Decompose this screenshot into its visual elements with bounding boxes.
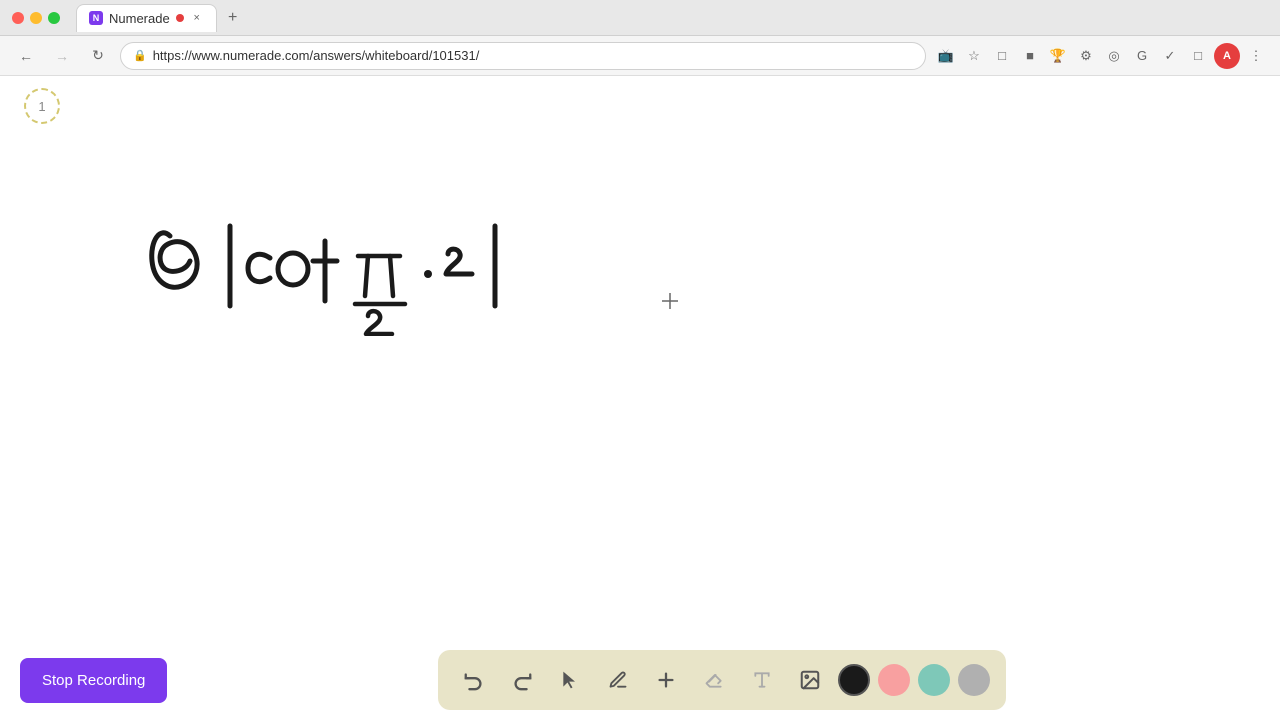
tab-favicon: N bbox=[89, 11, 103, 25]
close-button[interactable] bbox=[12, 12, 24, 24]
tab-bar: N Numerade × + bbox=[76, 4, 245, 32]
add-button[interactable] bbox=[646, 660, 686, 700]
lock-icon: 🔒 bbox=[133, 49, 147, 62]
profile-button[interactable]: A bbox=[1214, 43, 1240, 69]
extension-7-icon[interactable]: ✓ bbox=[1158, 44, 1182, 68]
page-indicator: 1 bbox=[24, 88, 60, 124]
color-black-swatch[interactable] bbox=[838, 664, 870, 696]
tab-close-button[interactable]: × bbox=[190, 11, 204, 25]
address-bar[interactable]: 🔒 https://www.numerade.com/answers/white… bbox=[120, 42, 926, 70]
url-text: https://www.numerade.com/answers/whitebo… bbox=[153, 48, 480, 63]
undo-button[interactable] bbox=[454, 660, 494, 700]
extension-6-icon[interactable]: G bbox=[1130, 44, 1154, 68]
tab-recording-dot bbox=[176, 14, 184, 22]
extension-3-icon[interactable]: 🏆 bbox=[1046, 44, 1070, 68]
traffic-lights bbox=[12, 12, 60, 24]
nav-bar: ← → ↻ 🔒 https://www.numerade.com/answers… bbox=[0, 36, 1280, 76]
math-svg bbox=[140, 206, 690, 336]
new-tab-button[interactable]: + bbox=[221, 6, 245, 30]
toolbar-container bbox=[438, 650, 1006, 710]
image-tool-button[interactable] bbox=[790, 660, 830, 700]
math-expression bbox=[140, 206, 690, 341]
color-gray-swatch[interactable] bbox=[958, 664, 990, 696]
cast-icon[interactable]: 📺 bbox=[934, 44, 958, 68]
nav-actions: 📺 ☆ □ ■ 🏆 ⚙ ◎ G ✓ □ A ⋮ bbox=[934, 43, 1268, 69]
forward-button[interactable]: → bbox=[48, 42, 76, 70]
browser-window: N Numerade × + ← → ↻ 🔒 https://www.numer… bbox=[0, 0, 1280, 720]
whiteboard[interactable]: 1 bbox=[0, 76, 1280, 720]
bookmark-icon[interactable]: ☆ bbox=[962, 44, 986, 68]
eraser-tool-button[interactable] bbox=[694, 660, 734, 700]
redo-button[interactable] bbox=[502, 660, 542, 700]
select-tool-button[interactable] bbox=[550, 660, 590, 700]
maximize-button[interactable] bbox=[48, 12, 60, 24]
extension-2-icon[interactable]: ■ bbox=[1018, 44, 1042, 68]
tab-title: Numerade bbox=[109, 11, 170, 26]
extension-8-icon[interactable]: □ bbox=[1186, 44, 1210, 68]
back-button[interactable]: ← bbox=[12, 42, 40, 70]
active-tab[interactable]: N Numerade × bbox=[76, 4, 217, 32]
color-teal-swatch[interactable] bbox=[918, 664, 950, 696]
refresh-button[interactable]: ↻ bbox=[84, 42, 112, 70]
menu-button[interactable]: ⋮ bbox=[1244, 44, 1268, 68]
extension-4-icon[interactable]: ⚙ bbox=[1074, 44, 1098, 68]
minimize-button[interactable] bbox=[30, 12, 42, 24]
text-tool-button[interactable] bbox=[742, 660, 782, 700]
pen-tool-button[interactable] bbox=[598, 660, 638, 700]
stop-recording-button[interactable]: Stop Recording bbox=[20, 658, 167, 703]
extension-5-icon[interactable]: ◎ bbox=[1102, 44, 1126, 68]
title-bar: N Numerade × + bbox=[0, 0, 1280, 36]
extension-1-icon[interactable]: □ bbox=[990, 44, 1014, 68]
color-pink-swatch[interactable] bbox=[878, 664, 910, 696]
page-number: 1 bbox=[38, 99, 45, 114]
bottom-bar: Stop Recording bbox=[0, 640, 1280, 720]
content-area: 1 bbox=[0, 76, 1280, 720]
